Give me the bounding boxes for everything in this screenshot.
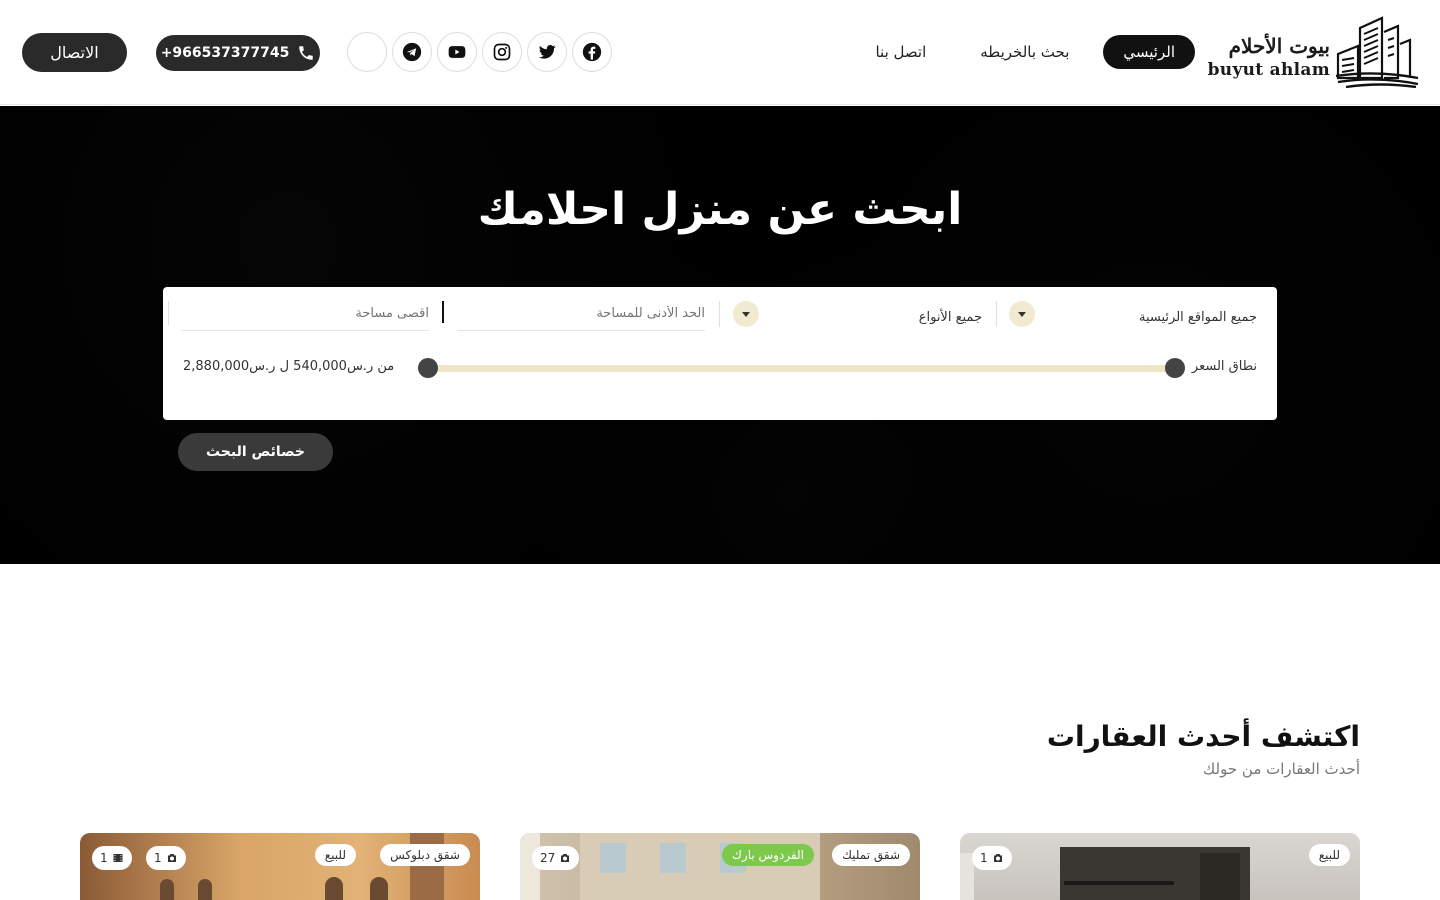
price-range-label: نطاق السعر xyxy=(1191,359,1257,374)
tag-for-sale: للبيع xyxy=(1308,844,1350,866)
video-count: 1 xyxy=(92,846,132,870)
tag-duplex-apartment: شقق دبلوكس xyxy=(380,844,470,866)
nav-map-search[interactable]: بحث بالخريطه xyxy=(960,35,1089,69)
max-area-input[interactable] xyxy=(181,297,429,331)
price-slider-min-handle[interactable] xyxy=(418,358,438,378)
photo-count: 27 xyxy=(532,846,580,870)
price-slider-track[interactable] xyxy=(428,365,1175,372)
facebook-icon[interactable] xyxy=(572,32,612,72)
property-image-detail xyxy=(1200,853,1240,900)
search-form: جميع المواقع الرئيسية جميع الأنواع نطاق … xyxy=(163,287,1277,420)
divider xyxy=(168,301,169,325)
property-card[interactable]: للبيع 1 xyxy=(960,833,1360,900)
location-chevron-down-icon[interactable] xyxy=(1009,301,1035,327)
blank-social-button[interactable] xyxy=(347,32,387,72)
phone-number: +966537377745 xyxy=(160,45,290,61)
section-title: اكتشف أحدث العقارات xyxy=(1046,720,1360,753)
type-select[interactable]: جميع الأنواع xyxy=(919,302,982,332)
hero-section: ابحث عن منزل احلامك جميع المواقع الرئيسي… xyxy=(0,106,1440,564)
property-image-detail xyxy=(600,843,626,873)
brand-name-en: buyut ahlam xyxy=(1207,60,1330,80)
divider xyxy=(996,301,997,327)
brand-name-ar: بيوت الأحلام xyxy=(1228,34,1330,58)
tag-apartment-ownership: شقق تمليك xyxy=(832,844,910,866)
social-links xyxy=(347,32,612,72)
nav-contact[interactable]: اتصل بنا xyxy=(855,35,946,69)
property-image-detail xyxy=(660,843,686,873)
instagram-icon[interactable] xyxy=(482,32,522,72)
youtube-icon[interactable] xyxy=(437,32,477,72)
tag-location: الفردوس بارك xyxy=(722,844,814,866)
hero-title: ابحث عن منزل احلامك xyxy=(477,184,963,235)
property-image-detail xyxy=(1064,881,1174,885)
nav-home[interactable]: الرئيسي xyxy=(1103,35,1195,69)
film-icon xyxy=(113,854,123,862)
phone-button[interactable]: +966537377745 xyxy=(156,35,320,71)
price-range-value: من ر.س540,000 ل ر.س2,880,000 xyxy=(183,359,395,374)
buildings-logo-icon xyxy=(1336,16,1419,88)
property-image-detail xyxy=(370,877,388,900)
photo-count-value: 1 xyxy=(154,851,162,865)
text-cursor xyxy=(442,301,444,323)
property-image-detail xyxy=(160,879,174,900)
video-count-value: 1 xyxy=(100,851,108,865)
call-button[interactable]: الاتصال xyxy=(22,33,127,72)
divider xyxy=(719,301,720,327)
camera-icon xyxy=(993,854,1002,862)
camera-icon xyxy=(167,854,176,862)
camera-icon xyxy=(561,854,570,862)
price-slider-max-handle[interactable] xyxy=(1165,358,1185,378)
search-features-button[interactable]: خصائص البحث xyxy=(178,433,333,471)
property-card[interactable]: شقق تمليك الفردوس بارك 27 xyxy=(520,833,920,900)
property-image-detail xyxy=(198,879,212,900)
property-card[interactable]: شقق دبلوكس للبيع 1 1 xyxy=(80,833,480,900)
tag-for-sale: للبيع xyxy=(314,844,356,866)
twitter-icon[interactable] xyxy=(527,32,567,72)
photo-count: 1 xyxy=(146,846,186,870)
photo-count: 1 xyxy=(972,846,1012,870)
telegram-icon[interactable] xyxy=(392,32,432,72)
phone-icon xyxy=(299,46,314,60)
photo-count-value: 27 xyxy=(540,851,556,865)
min-area-input[interactable] xyxy=(457,297,705,331)
location-select[interactable]: جميع المواقع الرئيسية xyxy=(1139,302,1257,332)
section-subtitle: أحدث العقارات من حولك xyxy=(1202,760,1360,778)
property-image-detail xyxy=(325,877,343,900)
main-nav: الرئيسي بحث بالخريطه اتصل بنا xyxy=(855,35,1195,69)
photo-count-value: 1 xyxy=(980,851,988,865)
type-chevron-down-icon[interactable] xyxy=(733,301,759,327)
site-header: بيوت الأحلام buyut ahlam الرئيسي بحث بال… xyxy=(0,0,1440,105)
brand-logo[interactable]: بيوت الأحلام buyut ahlam xyxy=(1208,16,1420,88)
